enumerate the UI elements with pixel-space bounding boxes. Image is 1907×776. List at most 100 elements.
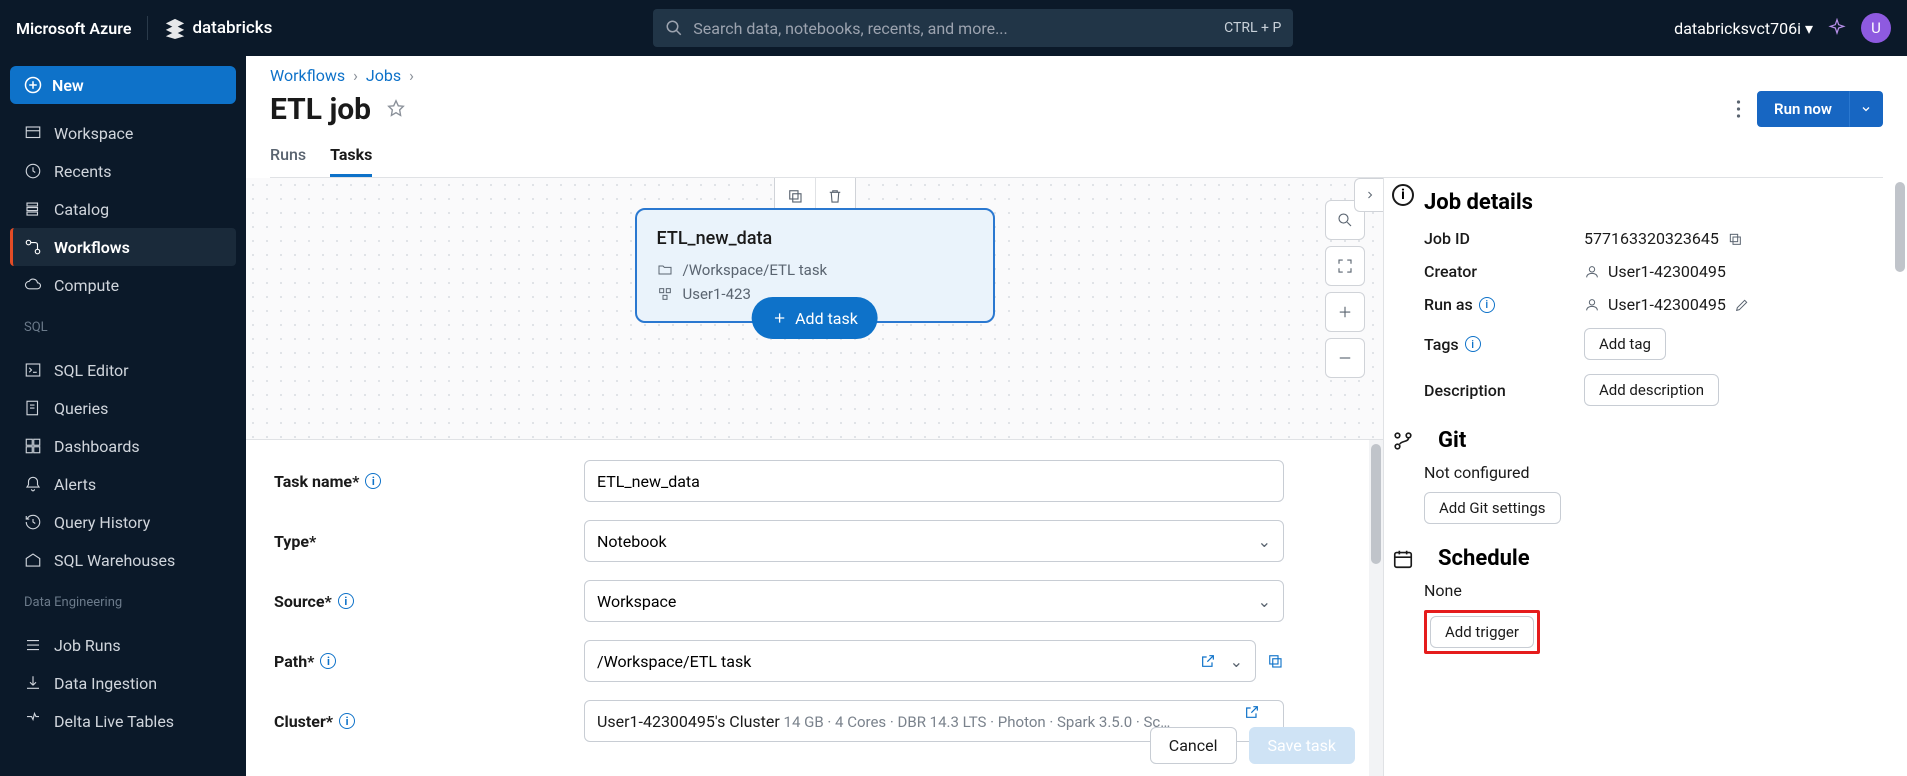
run-now-group: Run now [1757,91,1883,127]
sidebar-item-recents[interactable]: Recents [10,152,236,190]
expand-icon [1336,257,1354,275]
workspace-icon [24,124,42,142]
calendar-icon [1390,548,1416,570]
info-icon[interactable]: i [338,593,354,609]
sidebar-item-queries[interactable]: Queries [10,389,236,427]
sidebar-item-workspace[interactable]: Workspace [10,114,236,152]
star-icon[interactable] [385,98,407,120]
sidebar-item-dashboards[interactable]: Dashboards [10,427,236,465]
sidebar-item-workflows[interactable]: Workflows [10,228,236,266]
path-select[interactable]: /Workspace/ETL task ⌄ [584,640,1256,682]
sidebar-section-de: Data Engineering [10,579,236,616]
task-name-input[interactable] [584,460,1284,502]
task-name-label: Task name* i [274,472,584,491]
add-tag-button[interactable]: Add tag [1584,328,1666,360]
run-now-button[interactable]: Run now [1757,91,1849,127]
current-user-dropdown[interactable]: databricksvct706i ▾ [1674,19,1813,38]
edit-icon[interactable] [1734,297,1750,313]
minus-icon [1336,349,1354,367]
type-label: Type* [274,532,584,551]
add-task-button[interactable]: Add task [751,297,878,339]
search-icon [1336,211,1354,229]
copy-path-button[interactable] [1266,652,1284,670]
dlt-icon [24,712,42,730]
sidebar-item-query-history[interactable]: Query History [10,503,236,541]
info-icon[interactable]: i [1465,336,1481,352]
new-button[interactable]: New [10,66,236,104]
form-scrollbar-thumb[interactable] [1371,444,1381,564]
global-search[interactable]: CTRL + P [653,9,1293,47]
history-icon [24,513,42,531]
search-input[interactable] [693,19,1214,38]
task-node[interactable]: ETL_new_data /Workspace/ETL task User1-4… [635,208,995,323]
cluster-label: Cluster* i [274,712,584,731]
bell-icon [24,475,42,493]
chevron-right-icon [1364,189,1376,201]
type-select[interactable]: Notebook ⌄ [584,520,1284,562]
tags-label: Tags i [1424,335,1584,354]
avatar[interactable]: U [1861,13,1891,43]
sidebar-item-job-runs[interactable]: Job Runs [10,626,236,664]
sidebar-item-catalog[interactable]: Catalog [10,190,236,228]
path-label: Path* i [274,652,584,671]
info-icon[interactable]: i [365,473,381,489]
info-icon[interactable]: i [1479,297,1495,313]
sidebar-item-sql-editor[interactable]: SQL Editor [10,351,236,389]
source-select[interactable]: Workspace ⌄ [584,580,1284,622]
add-trigger-button[interactable]: Add trigger [1430,616,1534,648]
page-title: ETL job [270,92,371,127]
chevron-right-icon: › [353,66,358,85]
sql-editor-icon [24,361,42,379]
sidebar-item-compute[interactable]: Compute [10,266,236,304]
collapse-details-tab[interactable] [1354,178,1383,212]
canvas-fit-button[interactable] [1325,246,1365,286]
external-link-icon[interactable] [1244,704,1260,720]
sidebar-item-delta-live-tables[interactable]: Delta Live Tables [10,702,236,740]
chevron-right-icon: › [409,66,414,85]
plus-icon [771,310,787,326]
sidebar-item-sql-warehouses[interactable]: SQL Warehouses [10,541,236,579]
creator-value: User1-42300495 [1608,262,1726,281]
cancel-button[interactable]: Cancel [1150,727,1237,764]
dashboards-icon [24,437,42,455]
task-node-title: ETL_new_data [657,228,973,249]
canvas-zoom-in-button[interactable] [1325,292,1365,332]
git-section-title: Git [1438,428,1466,453]
schedule-section-title: Schedule [1438,546,1530,571]
top-bar: Microsoft Azure databricks CTRL + P data… [0,0,1907,56]
external-link-icon[interactable] [1200,653,1216,669]
person-icon [1584,297,1600,313]
task-canvas[interactable]: ETL_new_data /Workspace/ETL task User1-4… [246,178,1383,440]
canvas-zoom-out-button[interactable] [1325,338,1365,378]
sidebar-item-alerts[interactable]: Alerts [10,465,236,503]
git-status: Not configured [1424,463,1887,482]
info-icon[interactable]: i [320,653,336,669]
copy-icon [786,187,804,205]
run-as-label: Run as i [1424,295,1584,314]
sparkle-icon[interactable] [1827,18,1847,38]
workflows-icon [24,238,42,256]
breadcrumb-workflows[interactable]: Workflows [270,66,345,85]
tab-runs[interactable]: Runs [270,145,306,177]
canvas-controls [1325,200,1365,378]
task-form: Task name* i Type* Notebook ⌄ S [246,440,1383,776]
info-circle-icon[interactable]: i [1392,184,1414,206]
job-id-label: Job ID [1424,229,1584,248]
info-icon[interactable]: i [339,713,355,729]
add-git-settings-button[interactable]: Add Git settings [1424,492,1561,524]
search-icon [665,19,683,37]
copy-icon [1266,652,1284,670]
search-shortcut: CTRL + P [1224,20,1281,36]
plus-circle-icon [24,76,42,94]
breadcrumb-jobs[interactable]: Jobs [366,66,401,85]
kebab-menu[interactable] [1730,94,1747,124]
run-now-dropdown[interactable] [1849,91,1883,127]
source-label: Source* i [274,592,584,611]
copy-icon[interactable] [1727,231,1743,247]
tab-tasks[interactable]: Tasks [330,145,372,177]
main-content: Workflows › Jobs › ETL job Run n [246,56,1907,776]
job-id-value: 577163320323645 [1584,229,1719,248]
add-description-button[interactable]: Add description [1584,374,1719,406]
details-scrollbar[interactable] [1895,182,1905,272]
sidebar-item-data-ingestion[interactable]: Data Ingestion [10,664,236,702]
